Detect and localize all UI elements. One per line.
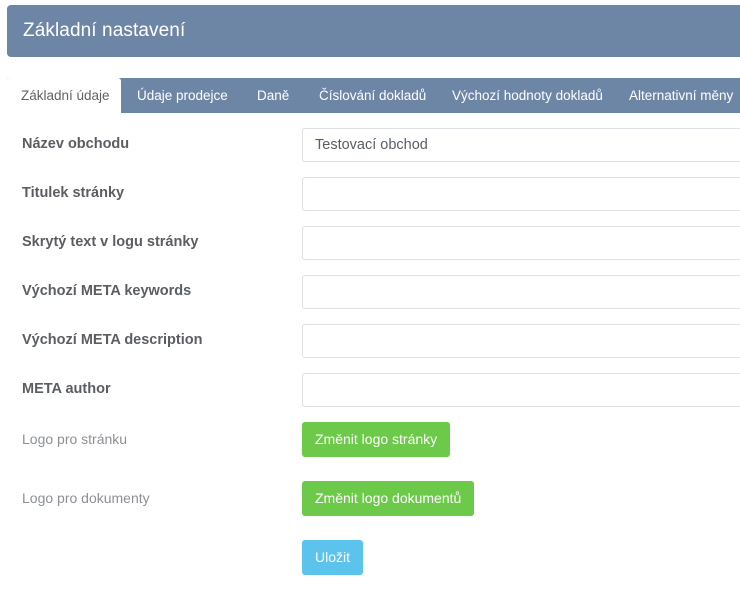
- hidden-logo-text-input[interactable]: [302, 226, 740, 260]
- page-header: Základní nastavení: [7, 5, 740, 57]
- change-page-logo-button[interactable]: Změnit logo stránky: [302, 422, 451, 457]
- shop-name-label: Název obchodu: [22, 136, 130, 152]
- tab-taxes[interactable]: Daně: [257, 78, 289, 113]
- page-title-label: Titulek stránky: [22, 185, 125, 201]
- tab-default-document-values[interactable]: Výchozí hodnoty dokladů: [452, 78, 603, 113]
- tab-alternative-currencies[interactable]: Alternativní měny: [629, 78, 733, 113]
- meta-author-label: META author: [22, 381, 111, 397]
- hidden-logo-text-label: Skrytý text v logu stránky: [22, 234, 199, 250]
- change-document-logo-button[interactable]: Změnit logo dokumentů: [302, 481, 475, 516]
- shop-name-input[interactable]: [302, 128, 740, 162]
- meta-keywords-label: Výchozí META keywords: [22, 283, 192, 299]
- page-title-input[interactable]: [302, 177, 740, 211]
- save-button[interactable]: Uložit: [302, 540, 364, 575]
- meta-description-input[interactable]: [302, 324, 740, 358]
- meta-keywords-input[interactable]: [302, 275, 740, 309]
- page-logo-label: Logo pro stránku: [22, 431, 128, 447]
- tab-document-numbering[interactable]: Číslování dokladů: [319, 78, 426, 113]
- meta-description-label: Výchozí META description: [22, 332, 203, 348]
- tab-basic-info[interactable]: Základní údaje: [7, 78, 121, 113]
- document-logo-label: Logo pro dokumenty: [22, 490, 150, 506]
- settings-tabs: Základní údaje Údaje prodejce Daně Číslo…: [7, 78, 740, 113]
- page-title: Základní nastavení: [23, 20, 186, 41]
- tab-seller-info[interactable]: Údaje prodejce: [137, 78, 228, 113]
- meta-author-input[interactable]: [302, 373, 740, 407]
